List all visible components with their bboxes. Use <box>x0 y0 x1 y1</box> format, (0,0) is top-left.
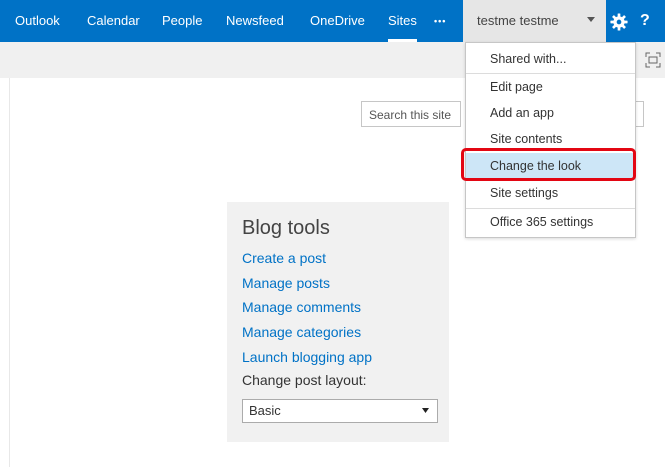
search-input[interactable]: Search this site <box>361 101 461 127</box>
blog-tools-panel: Blog tools Create a post Manage posts Ma… <box>227 202 449 442</box>
menu-item-shared-with[interactable]: Shared with... <box>466 46 635 73</box>
focus-on-content-icon[interactable] <box>645 52 661 68</box>
menu-item-site-settings[interactable]: Site settings <box>466 180 635 207</box>
nav-calendar[interactable]: Calendar <box>87 0 140 42</box>
suite-bar: Outlook Calendar People Newsfeed OneDriv… <box>0 0 665 42</box>
gear-icon[interactable] <box>610 13 628 31</box>
manage-posts-link[interactable]: Manage posts <box>242 275 330 291</box>
nav-sites[interactable]: Sites <box>388 0 417 42</box>
post-layout-label: Change post layout: <box>242 372 367 388</box>
nav-newsfeed[interactable]: Newsfeed <box>226 0 284 42</box>
settings-menu: Shared with... Edit page Add an app Site… <box>465 42 636 238</box>
menu-item-site-contents[interactable]: Site contents <box>466 126 635 153</box>
chevron-down-icon <box>587 17 595 22</box>
post-layout-value: Basic <box>249 403 281 418</box>
menu-item-edit-page[interactable]: Edit page <box>466 74 635 101</box>
content-divider <box>9 78 10 467</box>
nav-onedrive[interactable]: OneDrive <box>310 0 365 42</box>
menu-item-add-an-app[interactable]: Add an app <box>466 100 635 127</box>
nav-outlook[interactable]: Outlook <box>15 0 60 42</box>
nav-people[interactable]: People <box>162 0 202 42</box>
launch-blogging-app-link[interactable]: Launch blogging app <box>242 349 372 365</box>
blog-tools-title: Blog tools <box>242 217 330 239</box>
nav-more-button[interactable]: ••• <box>434 0 446 42</box>
create-post-link[interactable]: Create a post <box>242 250 326 266</box>
menu-item-change-the-look[interactable]: Change the look <box>466 153 635 180</box>
post-layout-select[interactable]: Basic <box>242 399 438 423</box>
manage-categories-link[interactable]: Manage categories <box>242 324 361 340</box>
help-button[interactable]: ? <box>640 0 650 42</box>
manage-comments-link[interactable]: Manage comments <box>242 299 361 315</box>
dropdown-arrow-icon <box>422 408 429 413</box>
user-menu-button[interactable]: testme testme <box>463 0 606 42</box>
user-name: testme testme <box>477 13 559 28</box>
menu-item-office-365-settings[interactable]: Office 365 settings <box>466 209 635 236</box>
